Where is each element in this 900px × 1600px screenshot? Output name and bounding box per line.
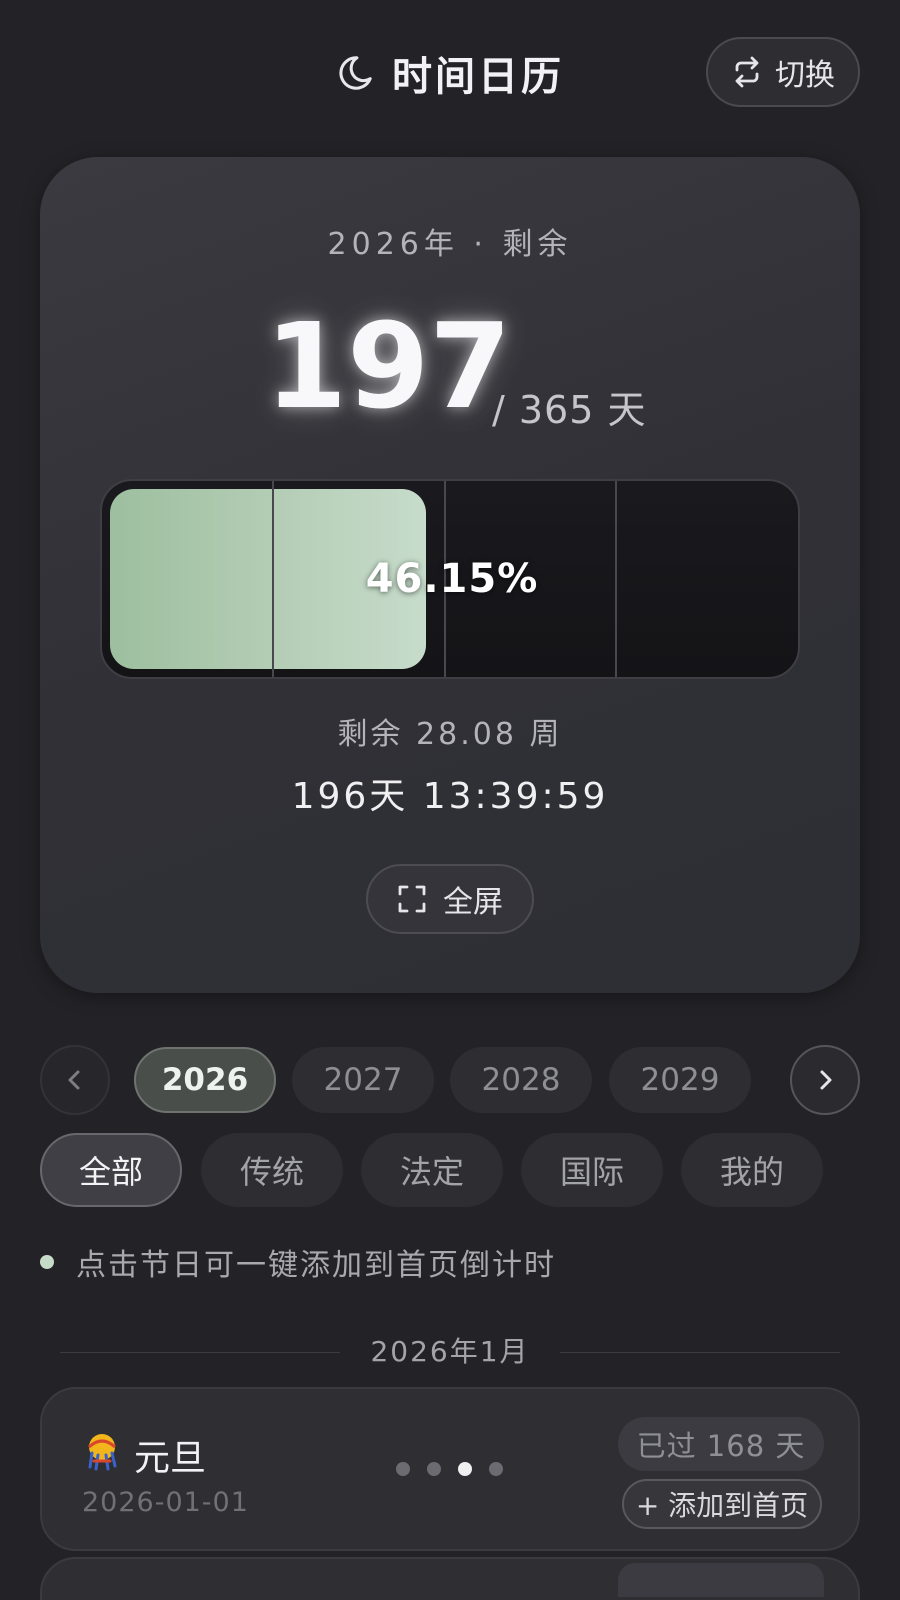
moon-icon: [339, 56, 372, 90]
fullscreen-icon: [398, 885, 426, 913]
filter-international[interactable]: 国际: [521, 1133, 663, 1207]
holiday-card[interactable]: 元旦 2026-01-01 已过 168 天 + 添加到首页: [40, 1387, 860, 1551]
year-chip-2028[interactable]: 2028: [450, 1047, 592, 1113]
days-passed-badge: 已过 168 天: [618, 1417, 824, 1471]
year-chip-2029[interactable]: 2029: [609, 1047, 751, 1113]
year-chip-2027[interactable]: 2027: [292, 1047, 434, 1113]
filter-mine[interactable]: 我的: [681, 1133, 823, 1207]
page: 时间日历 切换 2026年 · 剩余 197 / 365 天 46.15% 剩余…: [0, 0, 900, 1600]
hint-dot: [40, 1255, 54, 1269]
total-days-label: / 365 天: [492, 388, 647, 432]
pager-dot-active[interactable]: [458, 1462, 472, 1476]
progress-percent: 46.15%: [365, 556, 539, 602]
pager-dots: [396, 1462, 503, 1476]
page-title: 时间日历: [392, 54, 564, 100]
new-year-emoji-icon: [87, 1434, 117, 1471]
filter-traditional[interactable]: 传统: [201, 1133, 343, 1207]
year-progress-card: 2026年 · 剩余 197 / 365 天 46.15% 剩余 28.08 周…: [40, 157, 860, 993]
category-filter: 全部 传统 法定 国际 我的: [0, 1133, 900, 1209]
swap-icon: [735, 56, 759, 88]
chevron-left-icon: [68, 1070, 80, 1090]
year-selector: 2026 2027 2028 2029: [0, 1045, 900, 1115]
fullscreen-label: 全屏: [443, 885, 503, 920]
filter-statutory[interactable]: 法定: [361, 1133, 503, 1207]
holiday-date: 2026-01-01: [82, 1487, 249, 1518]
remaining-days: 197: [265, 297, 512, 435]
pager-dot[interactable]: [396, 1462, 410, 1476]
switch-label: 切换: [775, 58, 835, 93]
filter-all[interactable]: 全部: [40, 1133, 182, 1207]
hint: 点击节日可一键添加到首页倒计时: [40, 1240, 556, 1284]
pager-dot[interactable]: [427, 1462, 441, 1476]
holiday-name: 元旦: [134, 1438, 207, 1479]
weeks-remaining: 剩余 28.08 周: [337, 717, 563, 752]
fullscreen-button[interactable]: 全屏: [366, 864, 534, 934]
year-progress-bar: 46.15%: [100, 479, 800, 679]
countdown-timer: 196天 13:39:59: [291, 776, 609, 817]
chevron-right-icon: [820, 1070, 832, 1090]
month-label: 2026年1月: [370, 1335, 530, 1368]
pager-dot[interactable]: [489, 1462, 503, 1476]
days-passed-badge: [618, 1563, 824, 1597]
month-header: 2026年1月: [60, 1330, 840, 1374]
switch-button[interactable]: 切换: [706, 37, 860, 107]
year-label: 2026年 · 剩余: [327, 227, 573, 262]
year-chip-2026[interactable]: 2026: [134, 1047, 276, 1113]
add-to-home-button[interactable]: + 添加到首页: [622, 1479, 822, 1529]
hint-text: 点击节日可一键添加到首页倒计时: [76, 1248, 556, 1283]
next-year-button[interactable]: [790, 1045, 860, 1115]
holiday-card[interactable]: [40, 1557, 860, 1600]
prev-year-button[interactable]: [40, 1045, 110, 1115]
app-header: 时间日历 切换: [0, 0, 900, 150]
